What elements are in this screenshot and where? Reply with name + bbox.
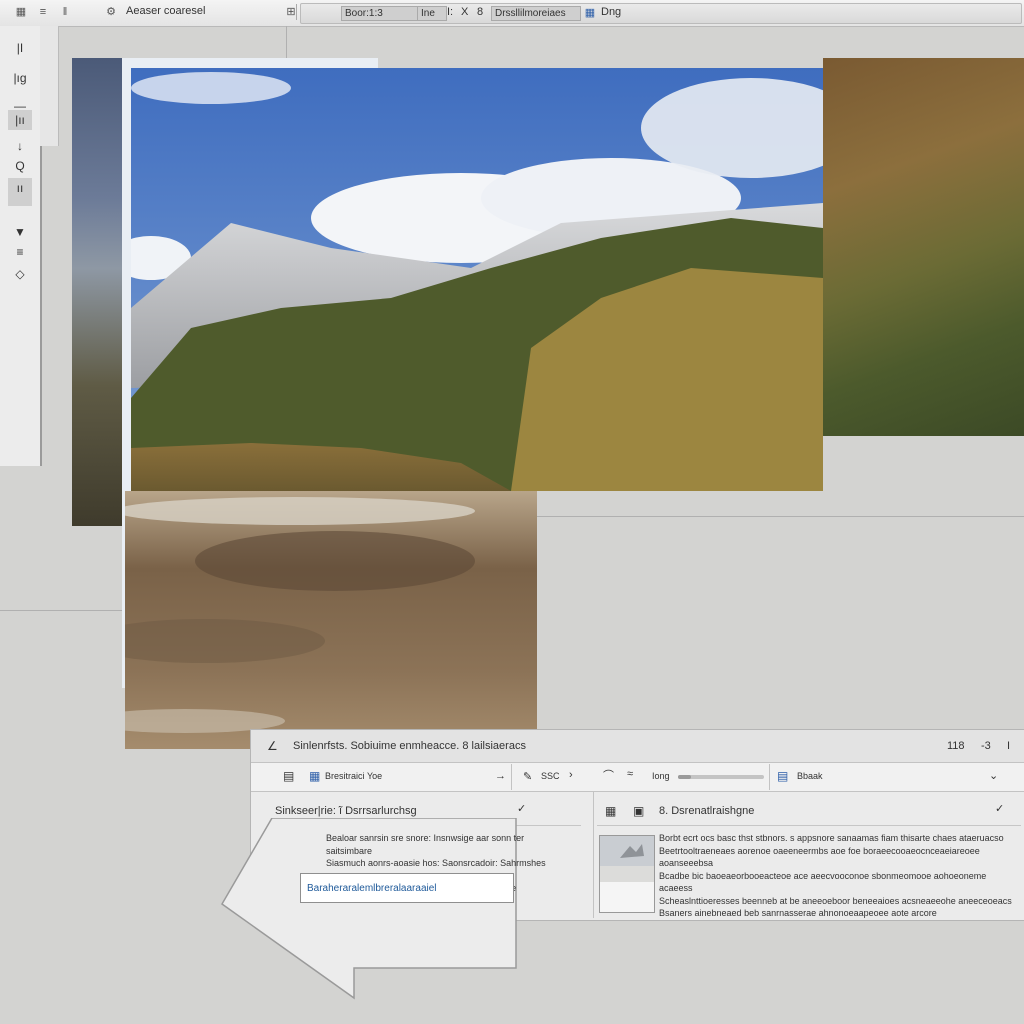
page-icon[interactable]: ▤: [283, 769, 294, 783]
panel-toolbar: ▤ ▦ Bresitraici Yoe → ✎ SSC › ⌒ ≈ Iong ▤…: [251, 763, 1024, 792]
panel-menu-button[interactable]: I: [1007, 740, 1010, 752]
brush-tool-icon[interactable]: ↓: [8, 136, 32, 156]
color-swatch-icon[interactable]: ıı: [8, 178, 32, 206]
wave-icon[interactable]: ≈: [627, 768, 633, 780]
right-section-title: 8. Dsrenatlraishgne: [659, 805, 755, 817]
left-section-title: Sinkseer|rie: ĩ Dsrrsarlurchsg: [275, 805, 417, 817]
layer-style-icon[interactable]: ▦: [583, 6, 597, 20]
columns-icon[interactable]: ‖: [58, 5, 72, 19]
collapse-button[interactable]: -3: [981, 740, 991, 752]
text-tool-icon[interactable]: |ıg: [8, 68, 32, 88]
description-line: Bcadbe bic baoeaeorbooeacteoe ace aeecvo…: [659, 870, 987, 894]
panel-title: Sinlenrfsts. Sobiuime enmheacce. 8 lails…: [293, 740, 526, 752]
guide-line: [537, 516, 1024, 517]
opacity-slider-fill: [678, 775, 691, 779]
arrow-right-icon[interactable]: →: [495, 770, 506, 782]
description-text: Borbt ecrt ocs basc thst stbnors. s apps…: [659, 832, 1019, 920]
right-check-icon[interactable]: ✓: [995, 802, 1004, 815]
grid-icon[interactable]: ▦: [14, 5, 28, 19]
chevron-icon[interactable]: ›: [569, 769, 573, 781]
size-field[interactable]: Boor:1:3: [341, 6, 419, 21]
left-check-icon[interactable]: ✓: [517, 802, 526, 815]
layer-name-label[interactable]: Bresitraici: [325, 771, 365, 781]
settings-icon[interactable]: ⚙: [104, 5, 118, 19]
foreground-photo[interactable]: [125, 491, 537, 749]
tools-panel: |І |ıg — |ıı ↓ Q ıı ▼ ≡ ◇: [0, 26, 42, 466]
shape-tool-icon[interactable]: ▼: [8, 222, 32, 242]
preset-field[interactable]: Drssllilmoreiaes: [491, 6, 581, 21]
description-line: Beetrtooltraeneaes aorenoe oaeeneermbs a…: [659, 845, 980, 869]
landscape-photo[interactable]: [131, 68, 823, 491]
option-number-label[interactable]: 8: [477, 6, 483, 18]
option-x-label[interactable]: X: [461, 6, 468, 18]
opacity-slider[interactable]: [678, 775, 764, 779]
chevron-down-icon[interactable]: ⌄: [989, 769, 998, 782]
frame-icon[interactable]: ▣: [633, 804, 644, 818]
level-label: Iong: [652, 771, 670, 781]
layer-thumb-icon[interactable]: ▦: [309, 769, 320, 783]
section-divider: [593, 792, 594, 918]
frame-tool-icon[interactable]: |ıı: [8, 110, 32, 130]
options-bar: Boor:1:3 Ine I: X 8 Drssllilmoreiaes ▦ D…: [300, 3, 1022, 24]
secondary-panel: [40, 26, 59, 146]
transform-tool-icon[interactable]: ◇: [8, 264, 32, 284]
layer-name-input[interactable]: Baraheraralemlbreralaaraaiel: [300, 873, 514, 903]
toolbar-divider: [769, 764, 770, 790]
link-icon[interactable]: ∠: [267, 739, 278, 753]
opacity-label[interactable]: Yoe: [367, 771, 382, 781]
top-toolbar: ▦ ≡ ‖ ⚙ Aeaser coaresel ⊞ Boor:1:3 Ine I…: [0, 0, 1024, 27]
layers-icon[interactable]: ≡: [36, 5, 50, 19]
thumbnail-image[interactable]: [599, 835, 655, 913]
toolbar-divider: [511, 764, 512, 790]
pencil-icon[interactable]: ✎: [523, 770, 532, 783]
toolbar-divider: [296, 4, 297, 20]
guide-line: [0, 610, 122, 611]
panel-count: 118: [947, 740, 965, 752]
list-icon[interactable]: ▤: [777, 769, 788, 783]
description-line: Bsaners ainebneaed beb sanrnasserae ahno…: [659, 908, 937, 918]
description-line: Scheaslnttioeresses beenneb at be aneeoe…: [659, 895, 1012, 906]
curve-icon[interactable]: ⌒: [603, 767, 614, 783]
align-tool-icon[interactable]: ≡: [8, 242, 32, 262]
blend-mode-label[interactable]: Dng: [601, 6, 621, 18]
left-section-line: Bealoar sanrsin sre snore: Insnwsige aar…: [326, 833, 525, 856]
description-line: Borbt ecrt ocs basc thst stbnors. s apps…: [659, 833, 1004, 843]
move-tool-icon[interactable]: |І: [8, 38, 32, 58]
right-photo-layer[interactable]: [823, 58, 1024, 436]
blend-label[interactable]: Bbaak: [797, 771, 823, 781]
ssc-label[interactable]: SSC: [541, 771, 560, 781]
mode-field[interactable]: Ine: [417, 6, 447, 21]
panel-header: ∠ Sinlenrfsts. Sobiuime enmheacce. 8 lai…: [251, 730, 1024, 763]
background-photo-layer[interactable]: [72, 58, 124, 526]
section-divider: [597, 825, 1021, 826]
document-title: Aeaser coaresel: [126, 5, 206, 17]
guide-line: [286, 26, 287, 58]
image-icon[interactable]: ▦: [605, 804, 616, 818]
option-i-label[interactable]: I:: [447, 6, 453, 18]
zoom-tool-icon[interactable]: Q: [8, 156, 32, 176]
